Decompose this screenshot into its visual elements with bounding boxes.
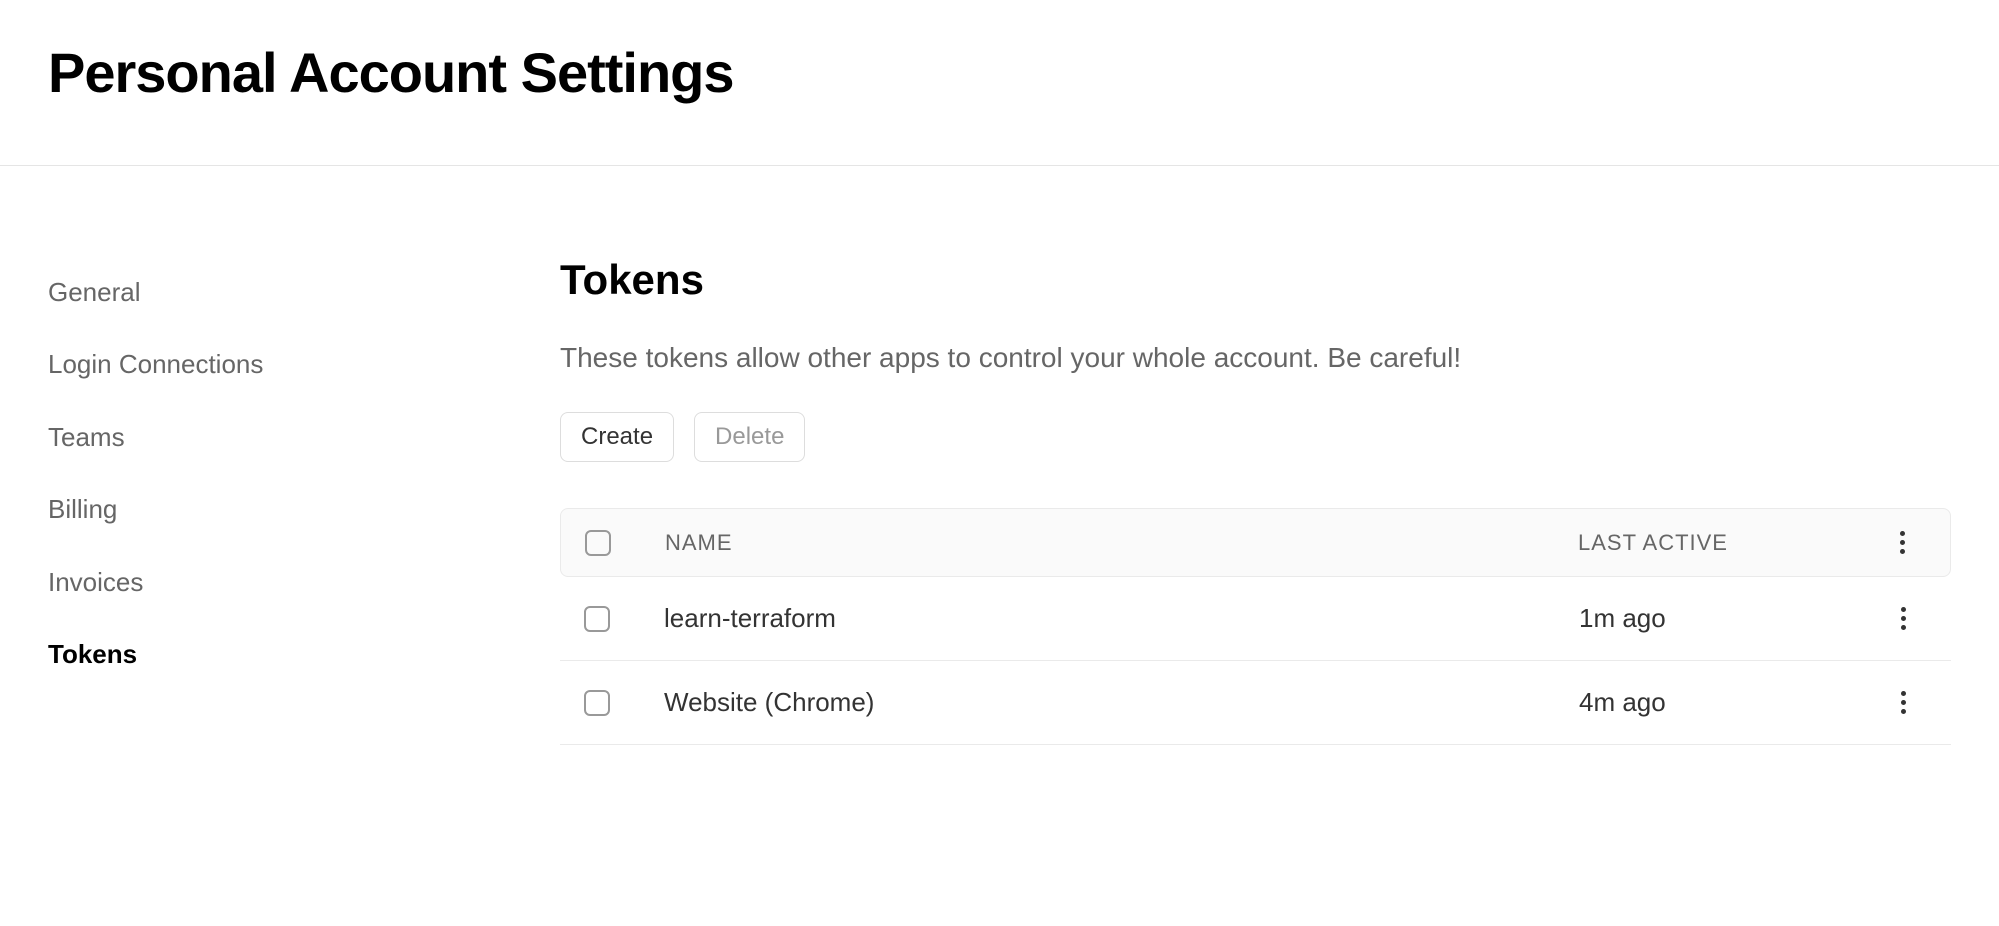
sidebar-item-tokens[interactable]: Tokens — [48, 618, 560, 690]
table-header: NAME LAST ACTIVE — [560, 508, 1951, 577]
section-description: These tokens allow other apps to control… — [560, 342, 1951, 374]
sidebar-item-invoices[interactable]: Invoices — [48, 546, 560, 618]
row-checkbox[interactable] — [584, 690, 610, 716]
sidebar-item-teams[interactable]: Teams — [48, 401, 560, 473]
page-title: Personal Account Settings — [48, 40, 1951, 105]
sidebar-item-billing[interactable]: Billing — [48, 473, 560, 545]
column-header-last-active: LAST ACTIVE — [1578, 530, 1878, 556]
sidebar: General Login Connections Teams Billing … — [0, 256, 560, 745]
token-name: learn-terraform — [664, 603, 1579, 634]
tokens-table: NAME LAST ACTIVE learn-terraform 1m ago — [560, 508, 1951, 745]
row-checkbox-cell — [584, 690, 664, 716]
delete-button[interactable]: Delete — [694, 412, 805, 462]
table-row: learn-terraform 1m ago — [560, 577, 1951, 661]
section-title: Tokens — [560, 256, 1951, 304]
main-content: Tokens These tokens allow other apps to … — [560, 256, 1999, 745]
row-actions-cell — [1879, 687, 1927, 718]
row-checkbox-cell — [584, 606, 664, 632]
row-checkbox[interactable] — [584, 606, 610, 632]
header-checkbox-cell — [585, 530, 665, 556]
more-vertical-icon[interactable] — [1897, 687, 1910, 718]
sidebar-item-general[interactable]: General — [48, 256, 560, 328]
row-actions-cell — [1879, 603, 1927, 634]
token-name: Website (Chrome) — [664, 687, 1579, 718]
table-row: Website (Chrome) 4m ago — [560, 661, 1951, 745]
button-row: Create Delete — [560, 412, 1951, 462]
more-vertical-icon[interactable] — [1896, 527, 1909, 558]
column-header-name: NAME — [665, 530, 1578, 556]
create-button[interactable]: Create — [560, 412, 674, 462]
page-header: Personal Account Settings — [0, 0, 1999, 166]
token-last-active: 1m ago — [1579, 603, 1879, 634]
select-all-checkbox[interactable] — [585, 530, 611, 556]
content-wrap: General Login Connections Teams Billing … — [0, 166, 1999, 745]
column-header-actions — [1878, 527, 1926, 558]
sidebar-item-login-connections[interactable]: Login Connections — [48, 328, 560, 400]
more-vertical-icon[interactable] — [1897, 603, 1910, 634]
token-last-active: 4m ago — [1579, 687, 1879, 718]
